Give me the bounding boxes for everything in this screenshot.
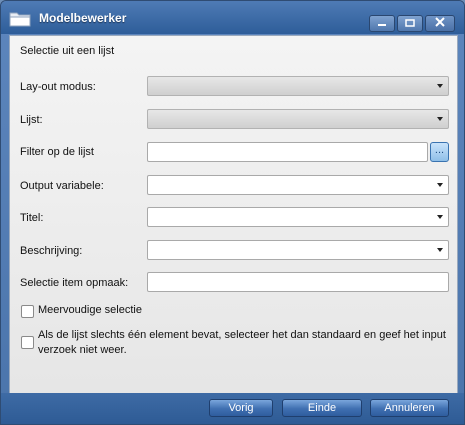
description-dropdown[interactable] — [147, 240, 449, 260]
filter-label: Filter op de lijst — [20, 146, 94, 158]
chevron-down-icon — [435, 81, 445, 91]
finish-button[interactable]: Einde — [282, 399, 362, 417]
chevron-down-icon — [435, 212, 445, 222]
title-label: Titel: — [20, 212, 44, 224]
maximize-button[interactable] — [397, 15, 423, 32]
chevron-down-icon — [435, 114, 445, 124]
previous-button[interactable]: Vorig — [209, 399, 273, 417]
single-element-label: Als de lijst slechts één element bevat, … — [38, 329, 446, 356]
multi-select-checkbox[interactable] — [21, 305, 34, 318]
minimize-button[interactable] — [369, 15, 395, 32]
folder-icon — [9, 9, 31, 27]
cancel-button[interactable]: Annuleren — [370, 399, 449, 417]
chevron-down-icon — [435, 180, 445, 190]
filter-input[interactable] — [147, 142, 428, 162]
multi-select-label: Meervoudige selectie — [38, 304, 142, 316]
list-dropdown[interactable] — [147, 109, 449, 129]
button-bar: Vorig Einde Annuleren — [1, 393, 464, 424]
minimize-icon — [377, 18, 387, 30]
list-label: Lijst: — [20, 114, 43, 126]
title-bar[interactable]: Modelbewerker — [1, 1, 464, 34]
maximize-icon — [405, 18, 415, 30]
single-element-checkbox[interactable] — [21, 336, 34, 349]
output-variable-dropdown[interactable] — [147, 175, 449, 195]
window-title: Modelbewerker — [39, 11, 127, 25]
item-format-input[interactable] — [147, 272, 449, 292]
description-label: Beschrijving: — [20, 245, 83, 257]
chevron-down-icon — [435, 245, 445, 255]
layout-mode-label: Lay-out modus: — [20, 81, 96, 93]
form-panel: Selectie uit een lijst Lay-out modus: Li… — [9, 35, 458, 394]
dialog-window: Modelbewerker Selectie uit een lijst Lay… — [0, 0, 465, 425]
filter-browse-button[interactable]: ... — [430, 142, 449, 162]
item-format-label: Selectie item opmaak: — [20, 277, 129, 289]
section-title: Selectie uit een lijst — [20, 45, 115, 57]
title-dropdown[interactable] — [147, 207, 449, 227]
close-button[interactable] — [425, 15, 455, 32]
close-icon — [435, 17, 445, 30]
output-variable-label: Output variabele: — [20, 180, 104, 192]
layout-mode-dropdown[interactable] — [147, 76, 449, 96]
